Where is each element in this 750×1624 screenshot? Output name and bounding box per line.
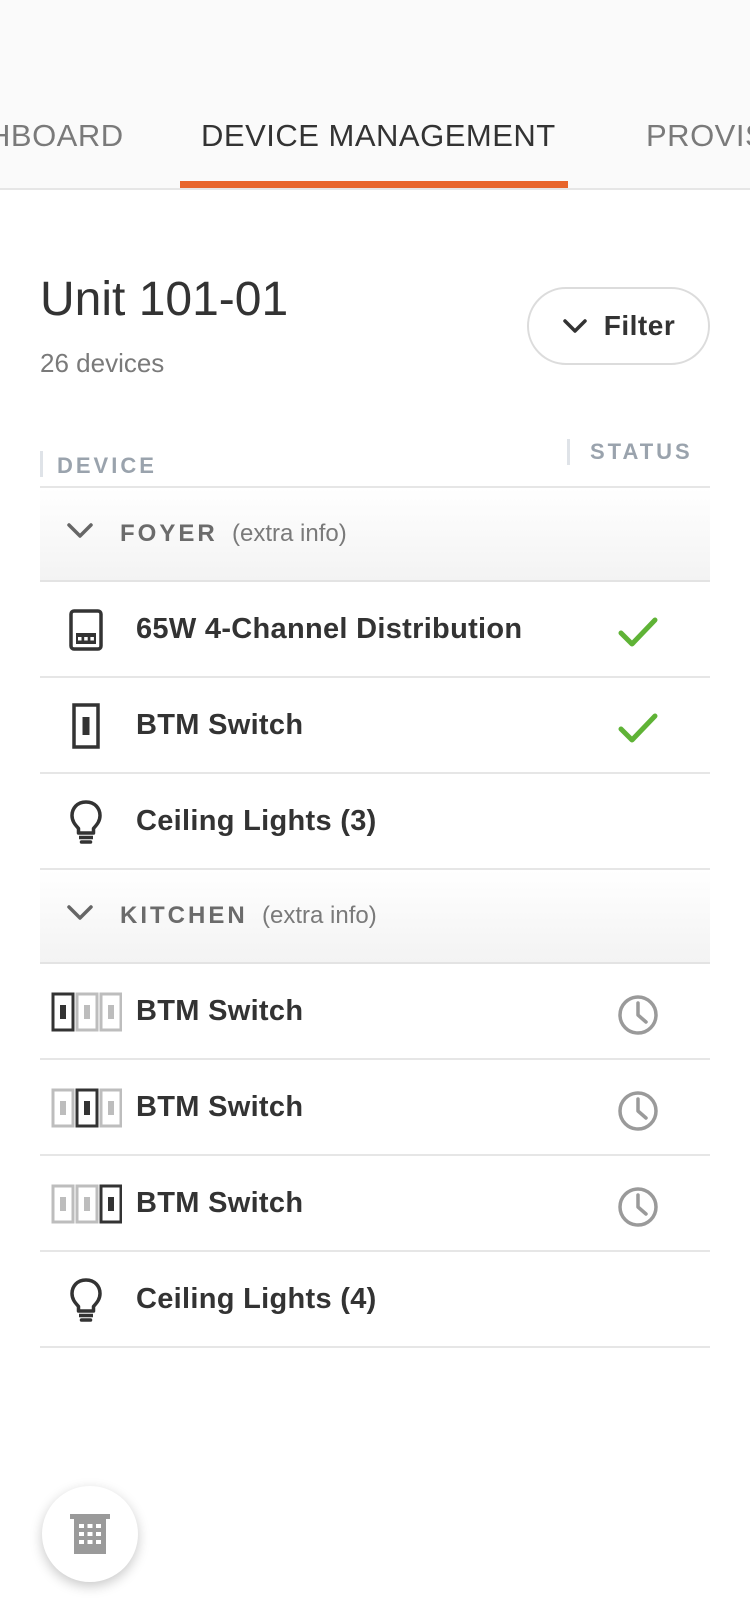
triple-switch-left-icon [50, 988, 122, 1036]
device-list: FOYER (extra info) 65W 4-Channel Distribut… [40, 488, 710, 1348]
checkmark-icon [615, 706, 661, 752]
column-header-device: DEVICE [40, 451, 157, 478]
switch-icon [50, 702, 122, 750]
lightbulb-icon [50, 1276, 122, 1324]
device-row[interactable]: Ceiling Lights (4) [40, 1252, 710, 1348]
device-name: BTM Switch [136, 1091, 304, 1123]
device-name: Ceiling Lights (3) [136, 805, 377, 837]
group-extra-info: (extra info) [262, 902, 377, 929]
device-row[interactable]: BTM Switch [40, 1060, 710, 1156]
group-header-foyer[interactable]: FOYER (extra info) [40, 488, 710, 582]
clock-icon [615, 1088, 661, 1134]
group-header-kitchen[interactable]: KITCHEN (extra info) [40, 870, 710, 964]
active-tab-indicator [180, 181, 568, 188]
triple-switch-right-icon [50, 1180, 122, 1228]
device-name: Ceiling Lights (4) [136, 1283, 377, 1315]
device-name: BTM Switch [136, 1187, 304, 1219]
distribution-panel-icon [50, 606, 122, 654]
clock-icon [615, 1184, 661, 1230]
clock-icon [615, 992, 661, 1038]
checkmark-icon [615, 610, 661, 656]
chevron-down-icon [66, 904, 94, 927]
device-count: 26 devices [40, 348, 165, 378]
device-name: 65W 4-Channel Distribution [136, 613, 523, 645]
column-header-status: STATUS [567, 439, 693, 465]
device-name: BTM Switch [136, 709, 304, 741]
device-row[interactable]: 65W 4-Channel Distribution [40, 582, 710, 678]
chevron-down-icon [563, 319, 587, 333]
filter-button[interactable]: Filter [527, 287, 710, 365]
tab-dashboard[interactable]: HBOARD [0, 118, 124, 154]
device-row[interactable]: BTM Switch [40, 964, 710, 1060]
group-name: KITCHEN [120, 902, 248, 929]
device-row[interactable]: Ceiling Lights (3) [40, 774, 710, 870]
filter-label: Filter [603, 310, 676, 341]
device-name: BTM Switch [136, 995, 304, 1027]
building-button[interactable] [42, 1486, 138, 1582]
tab-provisioning[interactable]: PROVIS [646, 118, 750, 154]
device-row[interactable]: BTM Switch [40, 678, 710, 774]
lightbulb-icon [50, 798, 122, 846]
device-row[interactable]: BTM Switch [40, 1156, 710, 1252]
building-icon [70, 1514, 110, 1554]
group-extra-info: (extra info) [232, 520, 347, 547]
chevron-down-icon [66, 522, 94, 545]
group-name: FOYER [120, 520, 218, 547]
tab-device-management[interactable]: DEVICE MANAGEMENT [201, 118, 556, 154]
page-title: Unit 101-01 [40, 273, 289, 326]
top-tab-bar: HBOARD DEVICE MANAGEMENT PROVIS [0, 0, 750, 190]
triple-switch-middle-icon [50, 1084, 122, 1132]
